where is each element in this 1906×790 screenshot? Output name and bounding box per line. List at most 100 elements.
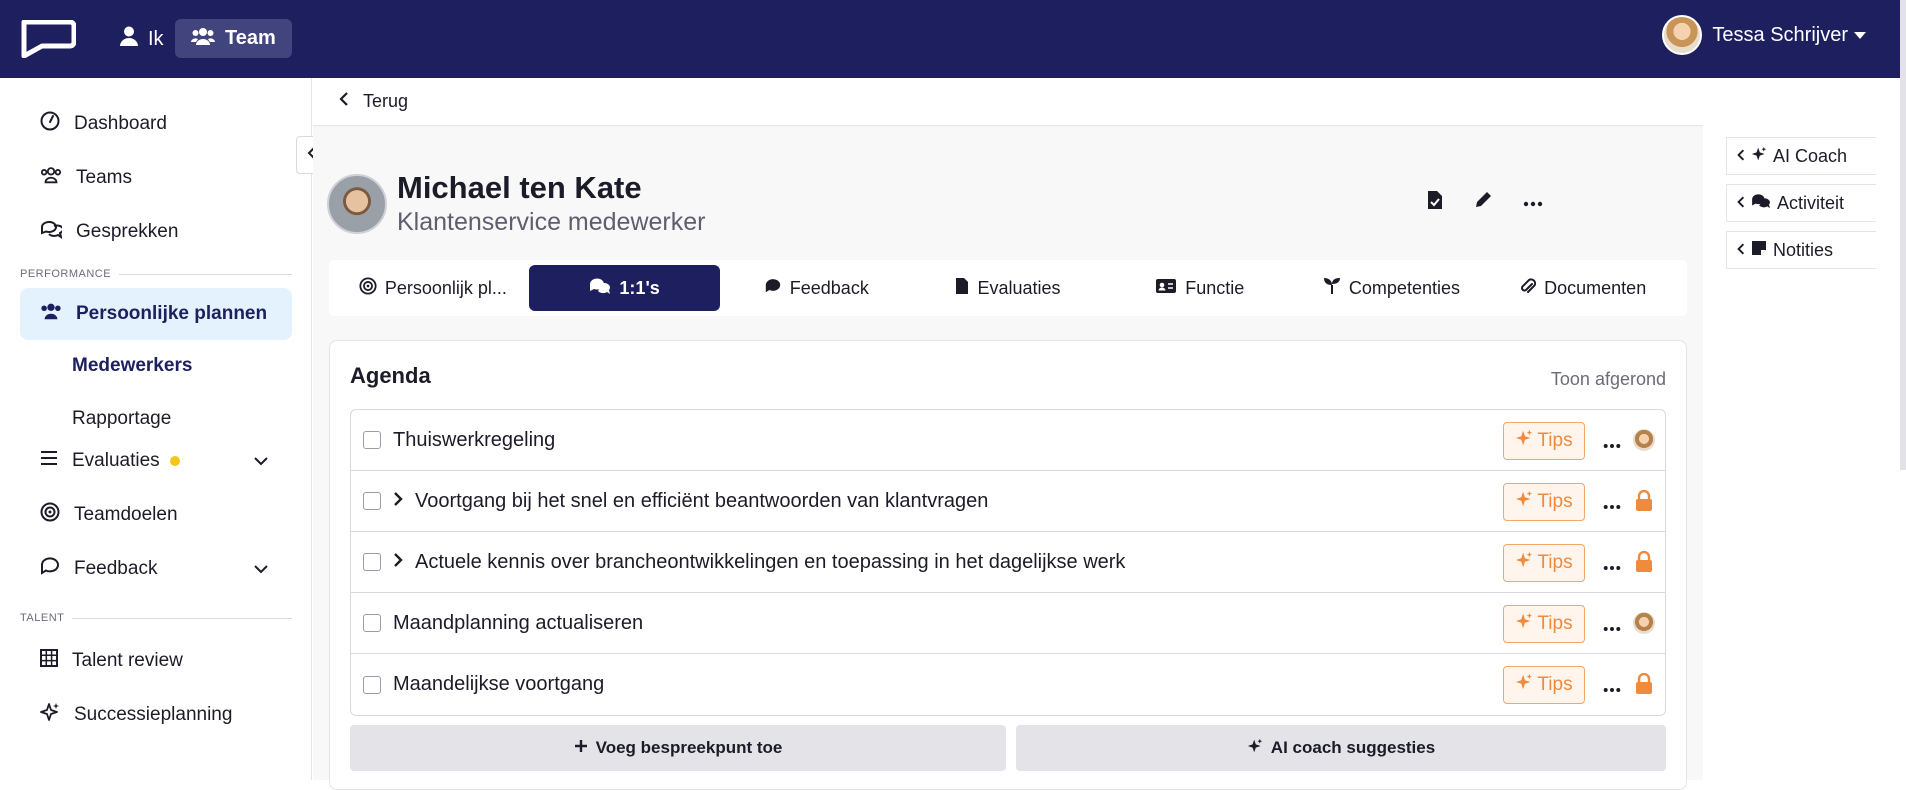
tips-button[interactable]: Tips — [1503, 605, 1585, 643]
id-card-icon — [1155, 278, 1177, 299]
tips-button[interactable]: Tips — [1503, 422, 1585, 460]
tab-1-1s[interactable]: 1:1's — [528, 265, 721, 311]
tips-label: Tips — [1537, 491, 1573, 512]
panel-toggle-ai-coach[interactable]: AI Coach — [1726, 137, 1876, 175]
panel-toggle-notities[interactable]: Notities — [1726, 231, 1876, 269]
sidebar-item-label: Teamdoelen — [74, 504, 178, 525]
more-icon[interactable] — [1523, 194, 1543, 212]
document-icon — [955, 277, 969, 300]
agenda-card: Agenda Toon afgerond Thuiswerkregeling T… — [329, 340, 1687, 790]
sidebar-item-teams[interactable]: Teams — [20, 152, 292, 204]
agenda-item-title: Maandelijkse voortgang — [393, 673, 605, 695]
sparkles-icon — [1247, 738, 1263, 759]
nav-ik-label: Ik — [148, 27, 164, 50]
top-bar: Ik Team Tessa Schrijver — [0, 0, 1906, 78]
section-label-text: PERFORMANCE — [20, 268, 112, 280]
tab-functie[interactable]: Functie — [1104, 265, 1296, 311]
seedling-icon — [1323, 277, 1341, 300]
agenda-item-title: Maandplanning actualiseren — [393, 611, 644, 634]
list-item[interactable]: Thuiswerkregeling Tips — [351, 410, 1665, 471]
header-actions — [1427, 190, 1543, 215]
sidebar-item-label: Gesprekken — [76, 221, 179, 242]
chevron-down-icon[interactable] — [254, 450, 268, 472]
user-name: Tessa Schrijver — [1712, 23, 1848, 46]
sidebar-item-successieplanning[interactable]: Successieplanning — [20, 689, 292, 741]
sparkles-icon — [40, 702, 60, 728]
person-header: Michael ten Kate Klantenservice medewerk… — [327, 170, 705, 237]
back-link[interactable]: Terug — [363, 91, 408, 112]
user-icon — [120, 26, 138, 52]
agenda-checkbox[interactable] — [363, 492, 381, 510]
agenda-item-title: Actuele kennis over brancheontwikkelinge… — [415, 550, 1126, 573]
nav-ik[interactable]: Ik — [110, 20, 174, 58]
panel-label: Notities — [1773, 239, 1834, 260]
sparkles-icon — [1515, 490, 1533, 514]
chevron-right-icon[interactable] — [393, 490, 403, 513]
target-icon — [359, 276, 377, 300]
sidebar-item-dashboard[interactable]: Dashboard — [20, 98, 292, 150]
chevron-left-icon[interactable] — [339, 91, 349, 112]
owner-avatar — [1633, 611, 1655, 635]
app-logo[interactable] — [18, 19, 77, 63]
tab-competenties[interactable]: Competenties — [1296, 265, 1488, 311]
chat-icon — [764, 277, 782, 300]
list-item[interactable]: Actuele kennis over brancheontwikkelinge… — [351, 532, 1665, 593]
sparkles-icon — [1515, 429, 1533, 453]
tips-label: Tips — [1537, 674, 1573, 695]
tab-documenten[interactable]: Documenten — [1487, 265, 1679, 311]
avatar — [1662, 15, 1703, 55]
tips-button[interactable]: Tips — [1503, 483, 1585, 521]
person-role: Klantenservice medewerker — [397, 208, 706, 236]
list-icon — [40, 450, 58, 472]
back-bar: Terug — [313, 78, 1703, 126]
chat-icon — [40, 556, 60, 582]
chevron-down-icon[interactable] — [254, 558, 268, 580]
agenda-item-title: Thuiswerkregeling — [393, 428, 556, 451]
person-name: Michael ten Kate — [397, 170, 642, 205]
more-icon[interactable] — [1603, 676, 1621, 699]
more-icon[interactable] — [1603, 432, 1621, 455]
sidebar-subitem-medewerkers[interactable]: Medewerkers — [72, 355, 192, 377]
panel-label: Activiteit — [1777, 192, 1845, 213]
ai-coach-suggestions-button[interactable]: AI coach suggesties — [1016, 725, 1666, 771]
list-item[interactable]: Maandelijkse voortgang Tips — [351, 654, 1665, 715]
panel-toggle-activiteit[interactable]: Activiteit — [1726, 184, 1876, 222]
tips-button[interactable]: Tips — [1503, 544, 1585, 582]
plus-icon — [574, 738, 588, 758]
tab-persoonlijk-plan[interactable]: Persoonlijk pl... — [337, 265, 529, 311]
sidebar-item-feedback[interactable]: Feedback — [20, 543, 292, 595]
more-icon[interactable] — [1603, 615, 1621, 638]
avatar — [327, 173, 387, 234]
more-icon[interactable] — [1603, 493, 1621, 516]
sidebar-item-evaluaties[interactable]: Evaluaties — [20, 435, 292, 487]
agenda-checkbox[interactable] — [363, 553, 381, 571]
document-check-icon[interactable] — [1427, 190, 1443, 215]
tab-evaluaties[interactable]: Evaluaties — [912, 265, 1104, 311]
list-item[interactable]: Voortgang bij het snel en efficiënt bean… — [351, 471, 1665, 532]
add-button-label: Voeg bespreekpunt toe — [595, 738, 783, 757]
chevron-right-icon[interactable] — [393, 551, 403, 574]
sidebar-item-talent-review[interactable]: Talent review — [20, 635, 292, 687]
tab-feedback[interactable]: Feedback — [720, 265, 912, 311]
add-agenda-item-button[interactable]: Voeg bespreekpunt toe — [350, 725, 1006, 771]
sidebar-subitem-rapportage[interactable]: Rapportage — [72, 408, 171, 430]
nav-team[interactable]: Team — [175, 19, 292, 58]
tips-button[interactable]: Tips — [1503, 666, 1585, 704]
more-icon[interactable] — [1603, 554, 1621, 577]
agenda-checkbox[interactable] — [363, 431, 381, 449]
sidebar-item-teamdoelen[interactable]: Teamdoelen — [20, 489, 292, 541]
sidebar-item-gesprekken[interactable]: Gesprekken — [20, 206, 292, 258]
scrollbar[interactable] — [1900, 0, 1906, 470]
list-item[interactable]: Maandplanning actualiseren Tips — [351, 593, 1665, 654]
lock-icon — [1633, 550, 1655, 574]
section-label-talent: TALENT — [20, 612, 292, 624]
agenda-checkbox[interactable] — [363, 614, 381, 632]
pencil-icon[interactable] — [1473, 190, 1493, 215]
caret-down-icon — [1854, 31, 1866, 39]
sidebar-item-persoonlijke-plannen[interactable]: Persoonlijke plannen — [20, 288, 292, 340]
tab-label: Feedback — [789, 277, 869, 298]
agenda-checkbox[interactable] — [363, 675, 381, 694]
sparkles-icon — [1515, 612, 1533, 636]
user-menu[interactable]: Tessa Schrijver — [1662, 15, 1866, 55]
toon-afgerond-link[interactable]: Toon afgerond — [1551, 369, 1666, 390]
